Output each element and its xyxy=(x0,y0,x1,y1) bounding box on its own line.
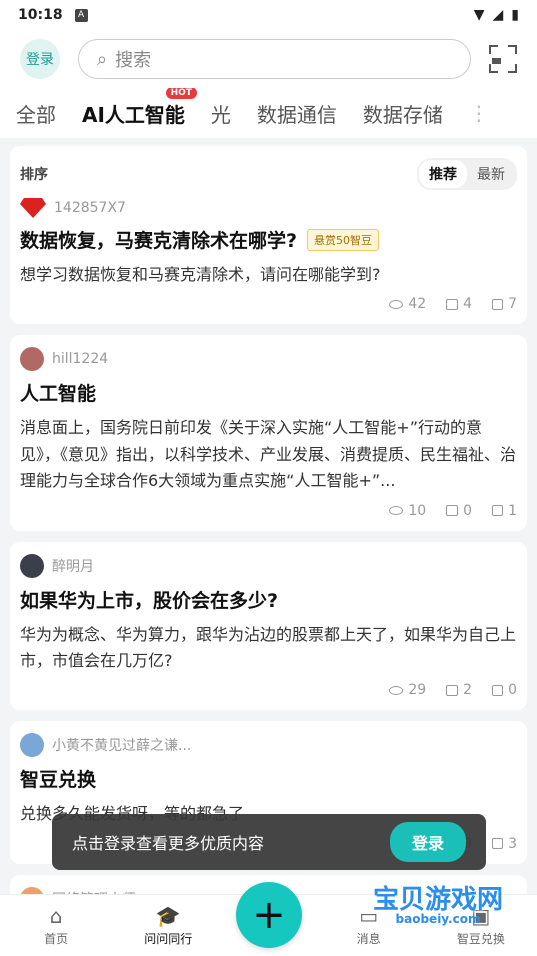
post-author[interactable]: 142857X7 xyxy=(20,198,517,218)
post-author[interactable]: hill1224 xyxy=(20,347,517,372)
post-body: 华为为概念、华为算力，跟华为沾边的股票都上天了，如果华为自己上市，市值会在几万亿… xyxy=(20,624,517,670)
avatar xyxy=(20,733,44,758)
sort-row: 排序 推荐 最新 xyxy=(20,158,517,190)
nav-messages[interactable]: ▭ 消息 xyxy=(324,905,414,947)
post-stats: 29 2 0 xyxy=(20,682,517,698)
comment-icon xyxy=(446,298,459,310)
shares-stat[interactable]: 1 xyxy=(492,503,517,519)
graduation-cap-icon: 🎓 xyxy=(155,903,181,928)
search-icon: ⌕ xyxy=(97,48,108,70)
message-icon: ▭ xyxy=(359,903,379,928)
avatar xyxy=(20,553,44,578)
plus-icon: + xyxy=(252,892,286,938)
post-card[interactable]: 排序 推荐 最新 142857X7 数据恢复，马赛克清除术在哪学? 悬赏50智豆… xyxy=(10,146,527,325)
post-title: 智豆兑换 xyxy=(20,769,97,792)
comment-icon xyxy=(446,505,459,517)
shares-stat[interactable]: 3 xyxy=(492,836,517,852)
share-icon xyxy=(492,684,504,696)
login-button[interactable]: 登录 xyxy=(20,39,60,79)
post-author[interactable]: 小黄不黄见过薛之谦... xyxy=(20,733,517,758)
search-input[interactable]: ⌕ 搜索 xyxy=(78,39,471,79)
home-icon: ⌂ xyxy=(49,903,63,928)
post-card[interactable]: hill1224 人工智能 消息面上，国务院日前印发《关于深入实施“人工智能+”… xyxy=(10,335,527,531)
more-tabs-icon[interactable]: ⋮ xyxy=(469,101,489,125)
views-stat: 10 xyxy=(389,503,426,519)
sort-recommended[interactable]: 推荐 xyxy=(419,160,467,188)
toast-login-button[interactable]: 登录 xyxy=(389,822,466,862)
eye-icon xyxy=(389,506,404,516)
add-post-button[interactable]: + xyxy=(236,882,302,948)
post-body: 消息面上，国务院日前印发《关于深入实施“人工智能+”行动的意见》，《意见》指出，… xyxy=(20,418,517,491)
post-stats: 10 0 1 xyxy=(20,503,517,519)
hot-badge: HOT xyxy=(165,88,197,99)
author-name: 小黄不黄见过薛之谦... xyxy=(52,738,192,755)
tab-data-storage[interactable]: 数据存储 xyxy=(363,99,443,128)
comment-icon xyxy=(446,684,459,696)
eye-icon xyxy=(389,685,404,695)
shares-stat[interactable]: 7 xyxy=(492,296,517,312)
scan-icon[interactable] xyxy=(489,45,517,73)
author-name: hill1224 xyxy=(52,351,109,368)
share-icon xyxy=(492,298,504,310)
nav-ask-peers-label: 问问同行 xyxy=(144,931,193,946)
tab-all[interactable]: 全部 xyxy=(16,99,56,128)
post-body: 想学习数据恢复和马赛克清除术，请问在哪能学到? xyxy=(20,265,381,284)
toast-text: 点击登录查看更多优质内容 xyxy=(72,834,265,853)
category-tabs: 全部 AI人工智能 HOT 光 数据通信 数据存储 ⋮ xyxy=(0,88,537,138)
views-stat: 42 xyxy=(389,296,426,312)
nav-ask-peers[interactable]: 🎓 问问同行 xyxy=(123,905,213,947)
battery-icon: ▮ xyxy=(511,7,519,23)
status-time: 10:18 xyxy=(18,7,63,23)
share-icon xyxy=(492,838,504,850)
sort-label: 排序 xyxy=(20,167,48,183)
views-stat: 29 xyxy=(389,682,426,698)
post-author[interactable]: 醉明月 xyxy=(20,553,517,578)
gift-icon: ▣ xyxy=(471,903,491,928)
post-title: 如果华为上市，股价会在多少? xyxy=(20,589,279,612)
search-placeholder: 搜索 xyxy=(115,50,152,71)
post-card[interactable]: 醉明月 如果华为上市，股价会在多少? 华为为概念、华为算力，跟华为沾边的股票都上… xyxy=(10,541,527,711)
avatar xyxy=(20,347,44,372)
wifi-icon: ▼ xyxy=(473,7,485,23)
avatar xyxy=(20,198,46,218)
nav-redeem[interactable]: ▣ 智豆兑换 xyxy=(436,905,526,947)
status-bar: 10:18 A ▼ ◢ ▮ xyxy=(0,0,537,30)
sort-latest[interactable]: 最新 xyxy=(467,160,515,188)
comments-stat[interactable]: 4 xyxy=(446,296,472,312)
share-icon xyxy=(492,505,504,517)
tab-ai[interactable]: AI人工智能 HOT xyxy=(82,88,197,128)
status-icons: ▼ ◢ ▮ xyxy=(474,7,519,23)
nav-home[interactable]: ⌂ 首页 xyxy=(11,905,101,947)
nav-home-label: 首页 xyxy=(44,931,69,946)
tab-light[interactable]: 光 xyxy=(211,99,231,128)
author-name: 醉明月 xyxy=(52,558,94,575)
tab-ai-label: AI人工智能 xyxy=(82,102,185,127)
post-title-text: 数据恢复，马赛克清除术在哪学? xyxy=(20,230,298,252)
nav-redeem-label: 智豆兑换 xyxy=(456,931,505,946)
eye-icon xyxy=(389,299,404,309)
notification-a-icon: A xyxy=(74,8,88,22)
tab-data-communication[interactable]: 数据通信 xyxy=(257,99,337,128)
sort-toggle: 推荐 最新 xyxy=(417,158,517,190)
bounty-badge: 悬赏50智豆 xyxy=(307,228,380,251)
author-name: 142857X7 xyxy=(54,200,126,216)
signal-icon: ◢ xyxy=(492,7,504,23)
shares-stat[interactable]: 0 xyxy=(492,682,517,698)
comments-stat[interactable]: 0 xyxy=(446,503,472,519)
post-title: 数据恢复，马赛克清除术在哪学? 悬赏50智豆 xyxy=(20,226,517,253)
post-title: 人工智能 xyxy=(20,383,97,406)
post-stats: 42 4 7 xyxy=(20,296,517,312)
nav-messages-label: 消息 xyxy=(356,931,381,946)
feed: 排序 推荐 最新 142857X7 数据恢复，马赛克清除术在哪学? 悬赏50智豆… xyxy=(0,138,537,931)
login-prompt-toast: 点击登录查看更多优质内容 登录 xyxy=(52,814,486,870)
header: 登录 ⌕ 搜索 xyxy=(0,30,537,88)
comments-stat[interactable]: 2 xyxy=(446,682,472,698)
